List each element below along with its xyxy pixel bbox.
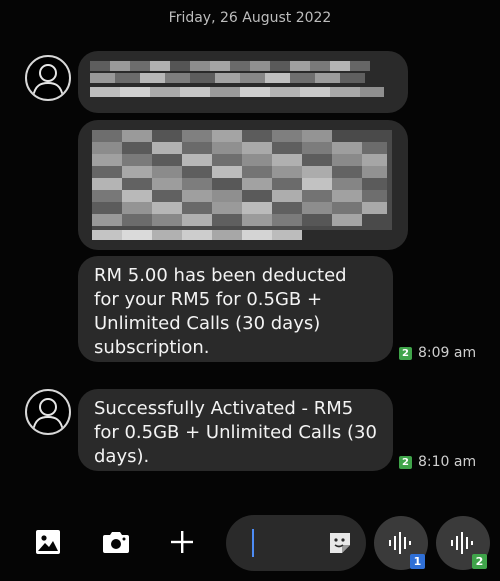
redacted-content: [90, 59, 390, 107]
add-attachment-button[interactable]: [160, 520, 204, 564]
waveform-icon: [451, 532, 473, 554]
voice-record-sim2-button[interactable]: 2: [436, 516, 490, 570]
camera-button[interactable]: [94, 520, 138, 564]
sim1-badge: 1: [410, 554, 425, 569]
sim-indicator: 2: [399, 455, 412, 469]
contact-avatar[interactable]: [25, 389, 71, 435]
message-text: Successfully Activated - RM5 for 0.5GB +…: [94, 398, 377, 467]
message-meta: 2 8:10 am: [399, 454, 476, 470]
person-icon: [32, 64, 64, 98]
message-bubble[interactable]: RM 5.00 has been deducted for your RM5 f…: [78, 256, 393, 362]
plus-icon: [171, 531, 193, 553]
camera-icon: [103, 532, 129, 553]
voice-record-sim1-button[interactable]: 1: [374, 516, 428, 570]
gallery-button[interactable]: [26, 520, 70, 564]
text-cursor: [252, 529, 254, 557]
message-time: 8:10 am: [418, 454, 477, 470]
contact-avatar[interactable]: [25, 55, 71, 101]
sim2-badge: 2: [472, 554, 487, 569]
message-time: 8:09 am: [418, 345, 477, 361]
redacted-content: [92, 130, 392, 242]
message-meta: 2 8:09 am: [399, 345, 476, 361]
person-icon: [32, 398, 64, 432]
message-bubble[interactable]: Successfully Activated - RM5 for 0.5GB +…: [78, 389, 393, 471]
message-bubble-redacted[interactable]: [78, 120, 408, 250]
message-input[interactable]: [226, 515, 366, 571]
sim-indicator: 2: [399, 346, 412, 360]
waveform-icon: [389, 532, 411, 554]
sticker-icon: [330, 533, 350, 553]
message-bubble-redacted[interactable]: [78, 51, 408, 113]
message-text: RM 5.00 has been deducted for your RM5 f…: [94, 265, 347, 358]
image-icon: [36, 530, 60, 554]
sticker-button[interactable]: [326, 529, 354, 557]
date-header: Friday, 26 August 2022: [168, 10, 332, 26]
